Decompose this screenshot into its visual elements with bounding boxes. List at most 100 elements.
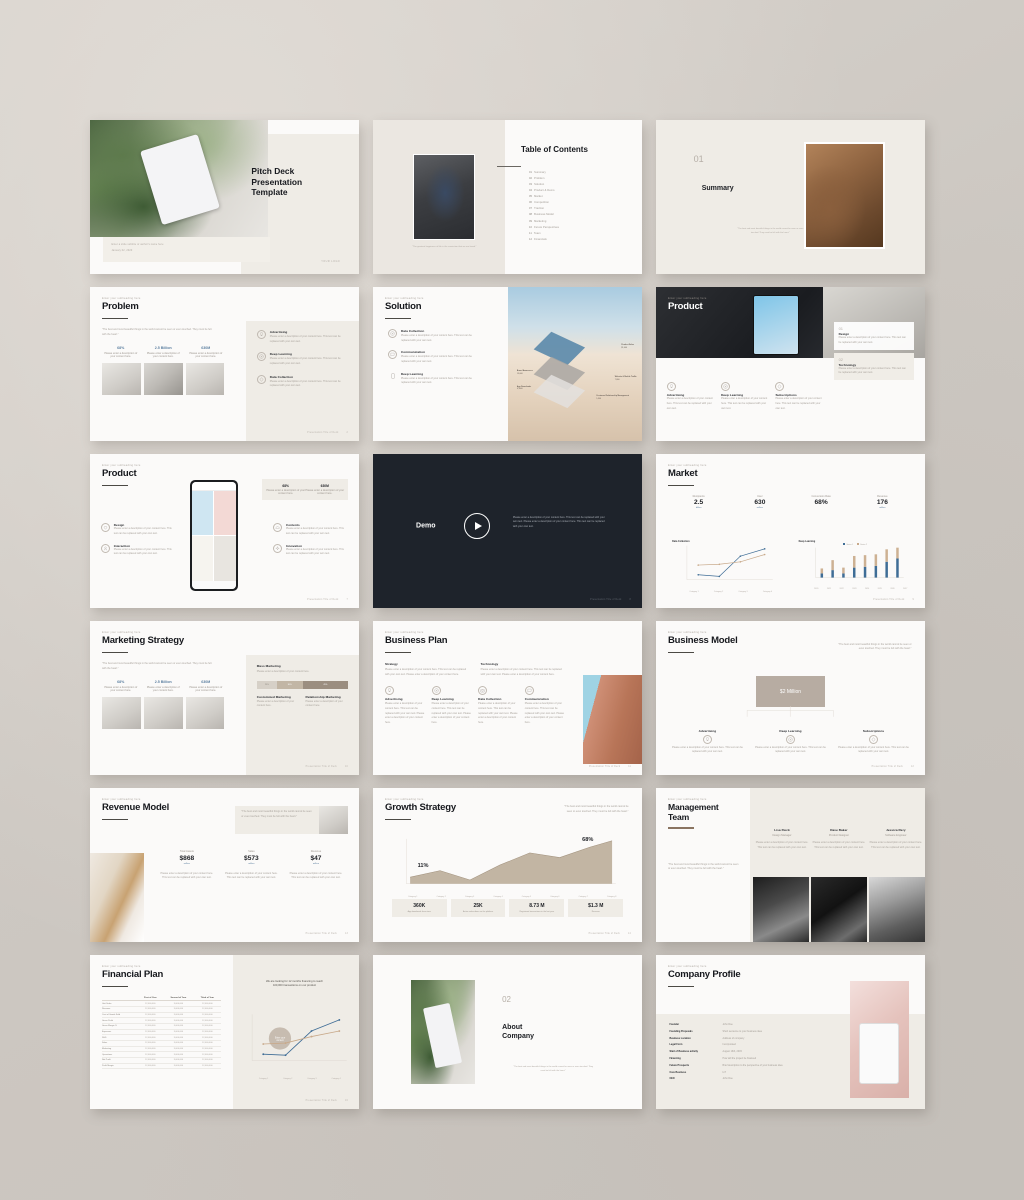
toc-item[interactable]: 11 Team xyxy=(529,232,631,235)
toc-quote: "The greatest happiness of life is the c… xyxy=(412,246,477,249)
stat-caption: Please enter a description of your conte… xyxy=(146,352,180,359)
stat-label: Sales xyxy=(248,849,255,853)
member-item: Jessica Rery Software Engineer Please en… xyxy=(869,828,923,850)
page-number: 2 xyxy=(346,432,348,434)
slide-marketing-strategy[interactable]: Enter your subheading here Marketing Str… xyxy=(90,621,359,775)
slide-demo[interactable]: Demo Please enter a description of your … xyxy=(373,454,642,608)
slide-financial-plan[interactable]: Enter your subheading here Financial Pla… xyxy=(90,955,359,1109)
desk-laptop-photo xyxy=(803,141,885,250)
feature-label: Deep Learning xyxy=(269,352,292,357)
footer-text: Presentation Title of Deck xyxy=(305,766,338,768)
slide-summary-section[interactable]: 01 Summary "The best and most beautiful … xyxy=(656,120,925,274)
diagram-label: Customer Relationship Management 5,300 xyxy=(596,395,636,401)
photo-frame xyxy=(143,697,183,730)
toc-item[interactable]: 03 Solution xyxy=(529,183,631,186)
chart-title: Data Collection xyxy=(672,540,690,544)
financial-line-chart: Enter your content Category 1 Category 2… xyxy=(241,1010,349,1090)
toc-item[interactable]: 06 Competition xyxy=(529,201,631,204)
slide-problem[interactable]: Enter your subheading here Problem "The … xyxy=(90,287,359,441)
play-icon[interactable] xyxy=(464,513,491,540)
toc-title: Table of Contents xyxy=(520,144,588,154)
profile-value: Brief description to the perspective of … xyxy=(722,1063,783,1067)
slide-management-team[interactable]: Enter your subheading here Management Tea… xyxy=(656,788,925,942)
slide-title-business-plan: Business Plan xyxy=(385,635,448,646)
branch-label: Advertising xyxy=(698,728,717,733)
page-number: 8 xyxy=(629,599,631,601)
toc-item[interactable]: 12 Financials xyxy=(529,238,631,241)
slide-title[interactable]: Enter a slide subtitle or author's name … xyxy=(90,120,359,274)
section-number: 02 xyxy=(502,995,512,1005)
kpi-caption: Active subscribers on the platform xyxy=(463,910,494,913)
x-tick: Category 4 xyxy=(493,895,503,898)
footer-text: Presentation Title of Deck xyxy=(307,599,339,601)
x-tick: 2023 xyxy=(852,587,857,590)
toc-item[interactable]: 08 Business Model xyxy=(529,213,631,216)
eyebrow: Enter your subheading here xyxy=(102,798,141,801)
slide-table-of-contents[interactable]: "The greatest happiness of life is the c… xyxy=(373,120,642,274)
profile-value: John Doe xyxy=(722,1077,733,1081)
photo-handwriting xyxy=(185,363,225,396)
feature-item: Deep Learning Please enter a description… xyxy=(721,382,768,411)
chart-badge-label: Enter your xyxy=(274,1037,284,1040)
kpi-item: Conversion Rate 68% xyxy=(791,495,852,509)
footer-text: Presentation Title of Deck xyxy=(588,933,621,935)
toc-item[interactable]: 07 Traction xyxy=(529,207,631,210)
logo-placeholder: YOUR LOGO xyxy=(321,260,341,264)
slide-solution[interactable]: Product Sales $1,000 Brand Awareness 13,00… xyxy=(373,287,642,441)
feature-item: Design Please enter a description of you… xyxy=(100,523,176,536)
slide-company-profile[interactable]: Enter your subheading here Company Profi… xyxy=(656,955,925,1109)
profile-row: CEO John Doe xyxy=(669,1075,825,1082)
kpi-caption: Registered transactions in the last year xyxy=(519,910,555,913)
kpi-label: User xyxy=(757,495,763,499)
x-tick: 2025 xyxy=(877,587,882,590)
kpi-label: Conversion Rate xyxy=(811,495,831,499)
kpi-value: 25K xyxy=(473,902,483,909)
x-tick: 2021 xyxy=(826,587,832,590)
stat-item: 68% Please enter a description of your c… xyxy=(102,680,140,692)
problem-stats: 68% Please enter a description of your c… xyxy=(102,346,225,358)
profile-value: How will the project be financed xyxy=(722,1057,757,1061)
stat-item: 630M Please enter a description of your … xyxy=(305,484,344,496)
toc-item[interactable]: 02 Problem xyxy=(529,177,631,180)
sub-block-label: Relationship Marketing xyxy=(305,694,341,699)
compass-icon xyxy=(256,352,266,362)
chat-icon xyxy=(524,686,534,696)
diagram-label: Product Sales $1,000 xyxy=(621,344,634,350)
footer-text: Presentation Title of Deck xyxy=(871,766,904,768)
slide-product-detail[interactable]: Enter your subheading here Product Desig… xyxy=(90,454,359,608)
toc-item-label: Solution xyxy=(534,183,545,186)
slide-product-overview[interactable]: Enter your subheading here Product 01 De… xyxy=(656,287,925,441)
toc-item[interactable]: 05 Market xyxy=(529,195,631,198)
lightbulb-icon xyxy=(666,382,676,392)
slide-market[interactable]: Enter your subheading here Market Recipi… xyxy=(656,454,925,608)
chart-svg: Enter your content xyxy=(251,1014,347,1062)
slide-growth-strategy[interactable]: Enter your subheading here Growth Strate… xyxy=(373,788,642,942)
toc-item[interactable]: 04 Product & Demo xyxy=(529,189,631,192)
title-rule xyxy=(102,985,128,988)
stat-caption: Please enter a description of your conte… xyxy=(160,871,214,880)
profile-value: John Doe xyxy=(722,1023,733,1027)
toc-item-number: 01 xyxy=(529,170,533,174)
slide-revenue-model[interactable]: Enter your subheading here Revenue Model… xyxy=(90,788,359,942)
feature-text: Please enter a description of your conte… xyxy=(285,527,344,535)
cell: 12,000,000 xyxy=(137,1063,163,1070)
stat-value: 68% xyxy=(282,483,289,488)
kpi-value: 360K xyxy=(413,902,426,909)
svg-text:68%: 68% xyxy=(582,837,593,843)
diagram-label-name: Product Sales xyxy=(621,343,634,346)
kpi-value: 176 xyxy=(876,499,888,507)
segmented-bar: 25% 30% 45% xyxy=(256,680,349,689)
tablet-photo xyxy=(413,153,476,241)
photo-books xyxy=(102,697,141,730)
center-value-box: $2 Million xyxy=(755,676,826,708)
toc-item[interactable]: 10 Future Perspectives xyxy=(529,226,631,229)
slide-title-solution: Solution xyxy=(385,301,422,312)
slide-business-model[interactable]: Enter your subheading here Business Mode… xyxy=(656,621,925,775)
slide-business-plan[interactable]: Enter your subheading here Business Plan… xyxy=(373,621,642,775)
toc-item[interactable]: 01 Summary xyxy=(529,171,631,174)
slide-about-company-section[interactable]: 02 About Company "The best and most beaut… xyxy=(373,955,642,1109)
feature-item: Deep Learning Please enter a description… xyxy=(431,686,474,725)
page-number: 14 xyxy=(628,933,631,935)
toc-item[interactable]: 09 Marketing xyxy=(529,220,631,223)
stat-unit: million xyxy=(183,862,190,865)
